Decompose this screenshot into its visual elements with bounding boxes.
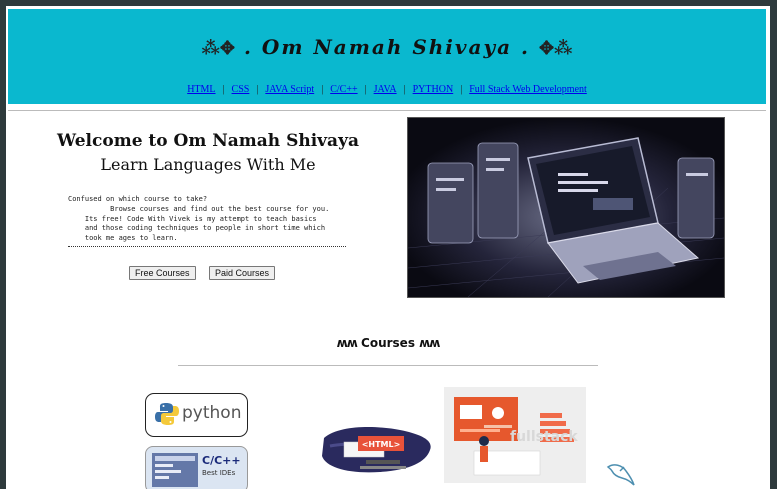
html-card-label: <HTML>	[362, 440, 401, 449]
intro-description: Confused on which course to take? Browse…	[68, 195, 346, 247]
site-title-text: . Om Namah Shivaya .	[243, 35, 530, 59]
welcome-heading: Welcome to Om Namah Shivaya	[57, 131, 359, 151]
nav-separator: |	[222, 84, 225, 95]
nav-bar: HTML | CSS | JAVA Script | C/C++ | JAVA | PYTHON | F…	[8, 84, 766, 95]
fullstack-card-label: fullstack	[510, 429, 578, 445]
nav-link-c-c-[interactable]: C/C++	[330, 84, 357, 95]
python-course-card[interactable]: python	[145, 393, 248, 437]
fullstack-course-card[interactable]: fullstack	[444, 387, 586, 483]
nav-link-python[interactable]: PYTHON	[413, 84, 454, 95]
ornament-icon: ✥⁂	[538, 38, 573, 59]
nav-link-full-stack-web-development[interactable]: Full Stack Web Development	[469, 84, 587, 95]
cpp-course-card[interactable]: C/C++ Best IDEs	[145, 446, 248, 489]
free-courses-button[interactable]: Free Courses	[129, 266, 196, 280]
nav-link-java[interactable]: JAVA	[374, 84, 397, 95]
wave-ornament-icon: ʍʍ	[336, 336, 358, 350]
nav-separator: |	[321, 84, 324, 95]
wave-ornament-icon: ʍʍ	[419, 336, 440, 350]
python-card-label: python	[182, 403, 242, 423]
nav-link-java-script[interactable]: JAVA Script	[265, 84, 314, 95]
courses-heading: ʍʍ Courses ʍʍ	[6, 336, 770, 350]
web-page: ⁂✥ . Om Namah Shivaya . ✥⁂ HTML | CSS | JAVA…	[6, 6, 770, 489]
courses-divider	[178, 365, 598, 366]
hero-image	[407, 117, 725, 298]
header-divider	[8, 110, 766, 111]
welcome-subheading: Learn Languages With Me	[100, 155, 316, 174]
site-title: ⁂✥ . Om Namah Shivaya . ✥⁂	[8, 35, 766, 59]
site-header: ⁂✥ . Om Namah Shivaya . ✥⁂ HTML | CSS | JAVA…	[8, 9, 766, 104]
paid-courses-button[interactable]: Paid Courses	[209, 266, 276, 280]
mysql-dolphin-icon	[606, 464, 635, 486]
nav-separator: |	[403, 84, 406, 95]
html-course-card[interactable]: <HTML>	[320, 416, 436, 478]
cpp-card-title: C/C++	[202, 454, 241, 467]
ide-screenshot-icon	[152, 453, 198, 487]
nav-separator: |	[460, 84, 463, 95]
cpp-card-label: C/C++ Best IDEs	[202, 455, 241, 479]
nav-link-html[interactable]: HTML	[187, 84, 215, 95]
nav-separator: |	[364, 84, 367, 95]
python-logo-icon	[155, 403, 179, 425]
nav-link-css[interactable]: CSS	[232, 84, 250, 95]
cpp-card-subtitle: Best IDEs	[202, 469, 236, 477]
nav-separator: |	[256, 84, 259, 95]
courses-heading-text: Courses	[361, 336, 415, 350]
ornament-icon: ⁂✥	[201, 38, 236, 59]
